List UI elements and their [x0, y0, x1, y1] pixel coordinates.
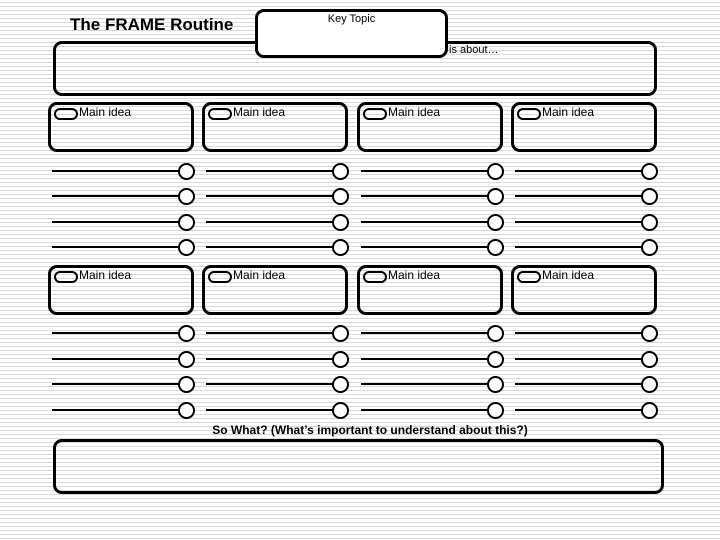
detail-line[interactable]	[515, 246, 647, 248]
detail-line[interactable]	[361, 358, 493, 360]
pill-icon	[363, 108, 387, 120]
detail-line[interactable]	[52, 383, 184, 385]
detail-circle-icon	[332, 325, 349, 342]
detail-line[interactable]	[361, 221, 493, 223]
main-idea-box[interactable]: Main idea	[202, 102, 348, 152]
detail-circle-icon	[178, 376, 195, 393]
detail-line[interactable]	[206, 409, 338, 411]
detail-circle-icon	[641, 214, 658, 231]
detail-line[interactable]	[206, 246, 338, 248]
detail-line[interactable]	[515, 221, 647, 223]
detail-circle-icon	[641, 325, 658, 342]
detail-line[interactable]	[52, 409, 184, 411]
detail-circle-icon	[332, 376, 349, 393]
main-idea-box[interactable]: Main idea	[357, 102, 503, 152]
detail-line[interactable]	[206, 332, 338, 334]
detail-line[interactable]	[515, 195, 647, 197]
pill-icon	[363, 271, 387, 283]
main-idea-box[interactable]: Main idea	[511, 265, 657, 315]
detail-circle-icon	[332, 239, 349, 256]
pill-icon	[54, 271, 78, 283]
main-idea-label: Main idea	[388, 105, 441, 119]
main-idea-box[interactable]: Main idea	[511, 102, 657, 152]
detail-circle-icon	[487, 402, 504, 419]
main-idea-label: Main idea	[388, 268, 441, 282]
pill-icon	[517, 108, 541, 120]
page-title: The FRAME Routine	[70, 15, 234, 34]
detail-circle-icon	[641, 402, 658, 419]
key-topic-label: Key Topic	[327, 13, 376, 25]
main-idea-label: Main idea	[542, 105, 595, 119]
detail-line[interactable]	[52, 358, 184, 360]
detail-circle-icon	[332, 351, 349, 368]
detail-line[interactable]	[361, 195, 493, 197]
detail-line[interactable]	[206, 170, 338, 172]
is-about-label: is about…	[449, 44, 499, 56]
key-topic-box[interactable]: Key Topic	[255, 9, 448, 58]
detail-line[interactable]	[515, 358, 647, 360]
detail-circle-icon	[641, 239, 658, 256]
detail-line[interactable]	[52, 246, 184, 248]
main-idea-label: Main idea	[542, 268, 595, 282]
detail-line[interactable]	[206, 221, 338, 223]
detail-circle-icon	[487, 351, 504, 368]
detail-circle-icon	[641, 351, 658, 368]
detail-circle-icon	[332, 214, 349, 231]
detail-line[interactable]	[206, 358, 338, 360]
detail-circle-icon	[487, 214, 504, 231]
detail-line[interactable]	[361, 170, 493, 172]
detail-circle-icon	[178, 239, 195, 256]
detail-circle-icon	[178, 188, 195, 205]
detail-line[interactable]	[361, 409, 493, 411]
so-what-box[interactable]	[53, 439, 664, 494]
pill-icon	[208, 108, 232, 120]
detail-circle-icon	[178, 214, 195, 231]
detail-line[interactable]	[206, 195, 338, 197]
detail-line[interactable]	[52, 332, 184, 334]
detail-line[interactable]	[361, 332, 493, 334]
pill-icon	[208, 271, 232, 283]
main-idea-label: Main idea	[79, 105, 132, 119]
detail-circle-icon	[487, 376, 504, 393]
detail-circle-icon	[332, 402, 349, 419]
main-idea-box[interactable]: Main idea	[357, 265, 503, 315]
detail-line[interactable]	[52, 170, 184, 172]
detail-circle-icon	[178, 351, 195, 368]
detail-circle-icon	[178, 402, 195, 419]
detail-circle-icon	[641, 376, 658, 393]
detail-circle-icon	[487, 188, 504, 205]
detail-line[interactable]	[515, 170, 647, 172]
detail-line[interactable]	[52, 195, 184, 197]
detail-circle-icon	[641, 188, 658, 205]
main-idea-label: Main idea	[233, 105, 286, 119]
detail-line[interactable]	[52, 221, 184, 223]
main-idea-box[interactable]: Main idea	[48, 265, 194, 315]
pill-icon	[54, 108, 78, 120]
detail-circle-icon	[487, 239, 504, 256]
detail-line[interactable]	[515, 383, 647, 385]
detail-circle-icon	[178, 163, 195, 180]
detail-circle-icon	[487, 163, 504, 180]
detail-circle-icon	[332, 188, 349, 205]
detail-circle-icon	[178, 325, 195, 342]
main-idea-label: Main idea	[79, 268, 132, 282]
detail-line[interactable]	[361, 246, 493, 248]
detail-circle-icon	[332, 163, 349, 180]
main-idea-box[interactable]: Main idea	[48, 102, 194, 152]
main-idea-box[interactable]: Main idea	[202, 265, 348, 315]
main-idea-label: Main idea	[233, 268, 286, 282]
detail-circle-icon	[487, 325, 504, 342]
detail-circle-icon	[641, 163, 658, 180]
so-what-label: So What? (What’s important to understand…	[212, 423, 528, 437]
detail-line[interactable]	[515, 409, 647, 411]
pill-icon	[517, 271, 541, 283]
detail-line[interactable]	[515, 332, 647, 334]
detail-line[interactable]	[361, 383, 493, 385]
detail-line[interactable]	[206, 383, 338, 385]
